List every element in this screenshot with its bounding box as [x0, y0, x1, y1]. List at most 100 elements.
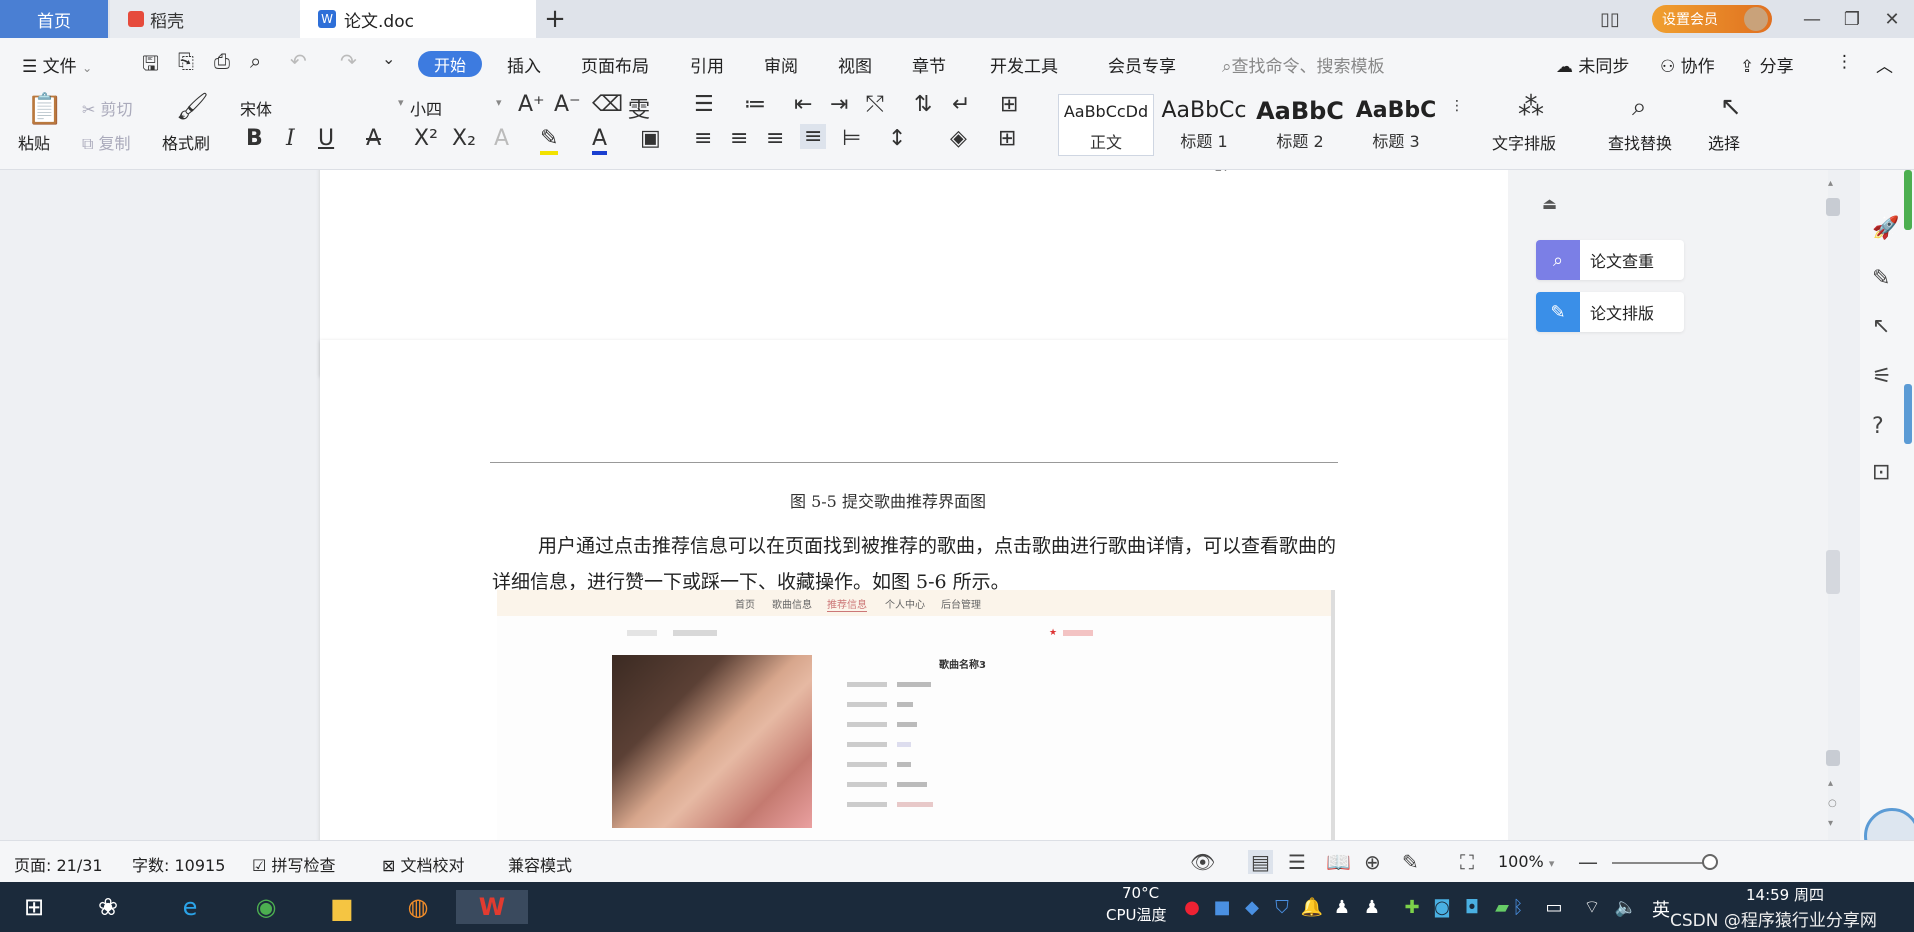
- command-search[interactable]: ⌕查找命令、搜索模板: [1222, 52, 1385, 77]
- zoom-slider[interactable]: [1612, 862, 1712, 864]
- ie-icon[interactable]: e: [170, 890, 210, 924]
- save-icon[interactable]: 🖫: [142, 49, 159, 83]
- tray-app-icon[interactable]: ◆: [1238, 890, 1266, 924]
- print-icon[interactable]: ⎙: [214, 49, 230, 73]
- text-layout-icon[interactable]: ⁂: [1518, 92, 1544, 122]
- char-border-icon[interactable]: ▣: [640, 126, 661, 151]
- style-heading-1[interactable]: AaBbCc 标题 1: [1156, 94, 1252, 156]
- word-count[interactable]: 字数: 10915: [132, 852, 225, 876]
- folder-icon[interactable]: ▆: [322, 890, 362, 924]
- more-icon[interactable]: ⋮: [1836, 52, 1853, 72]
- paste-icon[interactable]: 📋: [26, 92, 63, 127]
- borders-icon[interactable]: ⊞: [998, 126, 1016, 151]
- export-icon[interactable]: ⎘: [178, 49, 194, 73]
- tab-chapter[interactable]: 章节: [912, 52, 946, 77]
- tray-app-icon[interactable]: ◘: [1458, 890, 1486, 924]
- close-button[interactable]: ✕: [1870, 0, 1914, 38]
- bell-icon[interactable]: 🔔: [1298, 890, 1326, 924]
- copy-button[interactable]: ⧉ 复制: [82, 130, 131, 154]
- find-icon[interactable]: ⌕: [1632, 92, 1647, 123]
- media-icon[interactable]: ◍: [398, 890, 438, 924]
- minimize-button[interactable]: —: [1790, 0, 1834, 38]
- justify-icon[interactable]: ≡: [800, 124, 827, 149]
- app-icon[interactable]: ❀: [88, 890, 128, 924]
- shrink-font-icon[interactable]: A⁻: [554, 92, 581, 117]
- help-icon[interactable]: ?: [1872, 414, 1884, 439]
- volume-icon[interactable]: 🔈: [1612, 890, 1640, 924]
- tray-app-icon[interactable]: ✚: [1398, 890, 1426, 924]
- style-heading-3[interactable]: AaBbC 标题 3: [1348, 94, 1444, 156]
- bold-icon[interactable]: B: [246, 126, 263, 151]
- page-view-icon[interactable]: ▤: [1248, 850, 1273, 874]
- undo-icon[interactable]: ↶: [290, 49, 307, 73]
- vertical-scrollbar[interactable]: ▴ ▴ ○ ▾: [1826, 178, 1840, 838]
- scroll-up-icon[interactable]: ▴: [1828, 178, 1833, 189]
- tab-insert[interactable]: 插入: [507, 52, 541, 77]
- customize-icon[interactable]: ⌄: [382, 49, 395, 68]
- sliders-icon[interactable]: ⚟: [1872, 364, 1892, 389]
- font-color-icon[interactable]: A: [592, 126, 608, 155]
- para-marks-icon[interactable]: ↵: [952, 92, 970, 117]
- prev-page-icon[interactable]: ▴: [1828, 778, 1833, 789]
- thesis-check-button[interactable]: ⌕ 论文查重: [1536, 240, 1684, 280]
- rocket-icon[interactable]: 🚀: [1872, 216, 1899, 241]
- proofread-button[interactable]: ⊠ 文档校对: [382, 852, 465, 876]
- wps-taskbar-icon[interactable]: W: [456, 890, 528, 924]
- preview-icon[interactable]: ⌕: [250, 49, 261, 73]
- eject-icon[interactable]: ⏏: [1542, 194, 1557, 213]
- file-menu[interactable]: ☰ 文件 ⌄: [22, 52, 92, 77]
- fit-page-icon[interactable]: ⛶: [1460, 850, 1474, 874]
- sort-icon[interactable]: ⇅: [914, 92, 932, 117]
- browser-icon[interactable]: ◉: [246, 890, 286, 924]
- zoom-level[interactable]: 100% ▾: [1498, 852, 1554, 871]
- superscript-icon[interactable]: X²: [414, 126, 438, 151]
- cursor-icon[interactable]: ↖: [1720, 92, 1742, 122]
- select-button[interactable]: 选择: [1708, 130, 1740, 154]
- distributed-icon[interactable]: ⊨: [842, 126, 861, 151]
- align-right-icon[interactable]: ≡: [766, 126, 784, 151]
- decrease-indent-icon[interactable]: ⇤: [794, 92, 812, 117]
- vip-badge[interactable]: 设置会员: [1652, 5, 1772, 33]
- collapse-ribbon-icon[interactable]: ︿: [1876, 52, 1893, 77]
- font-size-select[interactable]: 小四 ▾: [410, 96, 510, 120]
- highlight-icon[interactable]: ✎: [540, 126, 559, 155]
- tab-page-layout[interactable]: 页面布局: [581, 52, 649, 77]
- select-browse-icon[interactable]: ○: [1828, 798, 1837, 809]
- grow-font-icon[interactable]: A⁺: [518, 92, 545, 117]
- reading-view-icon[interactable]: 📖: [1326, 850, 1351, 874]
- tab-straw[interactable]: 稻壳: [110, 0, 300, 38]
- embedded-screenshot[interactable]: 首页 歌曲信息 推荐信息 个人中心 后台管理 ★ 歌曲名称3: [497, 590, 1335, 840]
- text-layout-button[interactable]: 文字排版: [1492, 130, 1556, 154]
- text-direction-icon[interactable]: ⤲: [866, 92, 884, 117]
- bullets-icon[interactable]: ☰: [694, 92, 714, 117]
- avatar[interactable]: [1744, 7, 1768, 31]
- tab-home[interactable]: 首页: [0, 0, 108, 38]
- style-heading-2[interactable]: AaBbC 标题 2: [1252, 94, 1348, 156]
- strikethrough-icon[interactable]: A: [366, 126, 381, 151]
- qq-icon[interactable]: ♟: [1328, 890, 1356, 924]
- eye-icon[interactable]: 👁: [1190, 850, 1215, 874]
- format-painter-button[interactable]: 格式刷: [162, 130, 210, 154]
- next-page-icon[interactable]: ▾: [1828, 818, 1833, 829]
- wifi-icon[interactable]: ⌔: [1578, 890, 1606, 924]
- zoom-slider-thumb[interactable]: [1702, 854, 1718, 870]
- layout-icon[interactable]: ▯▯: [1588, 0, 1632, 38]
- tab-start[interactable]: 开始: [418, 51, 482, 77]
- collab-button[interactable]: ⚇ 协作: [1660, 52, 1715, 77]
- align-left-icon[interactable]: ≡: [694, 126, 712, 151]
- clock[interactable]: 14:59 周四: [1746, 884, 1824, 905]
- outline-view-icon[interactable]: ☰: [1288, 850, 1306, 874]
- scroll-thumb-2[interactable]: [1826, 750, 1840, 766]
- paste-button[interactable]: 粘贴: [18, 130, 50, 154]
- zoom-out-icon[interactable]: —: [1578, 850, 1598, 874]
- tray-app-icon[interactable]: ■: [1208, 890, 1236, 924]
- tab-member[interactable]: 会员专享: [1108, 52, 1176, 77]
- share-button[interactable]: ⇪ 分享: [1740, 52, 1794, 77]
- qq-icon[interactable]: ♟: [1358, 890, 1386, 924]
- thesis-format-button[interactable]: ✎ 论文排版: [1536, 292, 1684, 332]
- tray-app-icon[interactable]: ●: [1178, 890, 1206, 924]
- align-center-icon[interactable]: ≡: [730, 126, 748, 151]
- tray-app-icon[interactable]: ◙: [1428, 890, 1456, 924]
- brush-icon[interactable]: 🖌: [176, 92, 209, 122]
- web-view-icon[interactable]: ⊕: [1364, 850, 1381, 874]
